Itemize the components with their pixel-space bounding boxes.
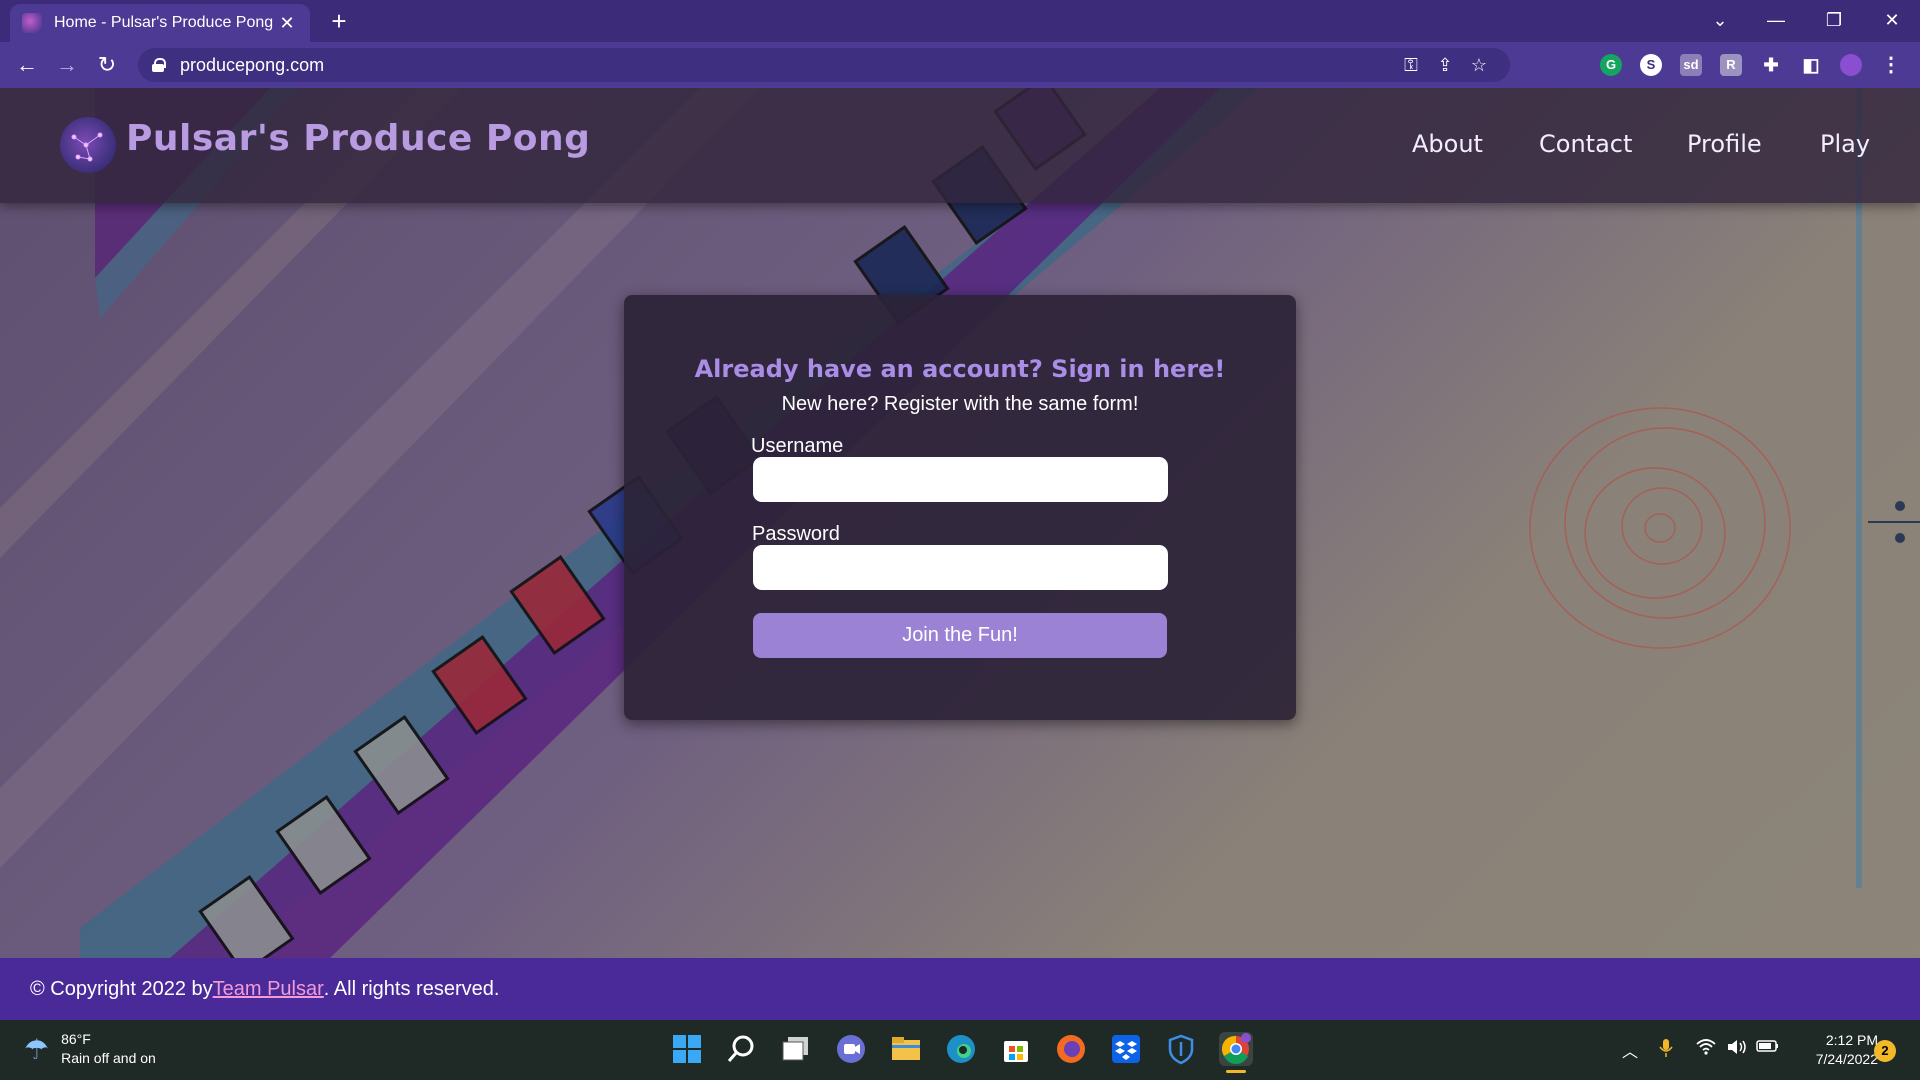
galaxy-logo-icon[interactable] bbox=[60, 117, 116, 173]
tab-search-icon[interactable]: ⌄ bbox=[1692, 0, 1748, 40]
vpn-shield-icon[interactable] bbox=[1164, 1032, 1198, 1066]
weather-widget[interactable]: ☂ 86°F Rain off and on bbox=[24, 1030, 156, 1068]
reload-icon[interactable]: ↻ bbox=[92, 50, 122, 80]
notification-badge[interactable]: 2 bbox=[1874, 1040, 1896, 1062]
browser-menu-icon[interactable]: ⋮ bbox=[1880, 54, 1902, 76]
grammarly-extension-icon[interactable]: G bbox=[1600, 54, 1622, 76]
nav-about-link[interactable]: About bbox=[1412, 130, 1483, 158]
s-extension-icon[interactable]: S bbox=[1640, 54, 1662, 76]
minimize-window-button[interactable]: — bbox=[1748, 0, 1804, 40]
wifi-icon[interactable] bbox=[1696, 1038, 1716, 1061]
volume-icon[interactable] bbox=[1726, 1038, 1748, 1061]
nav-play-link[interactable]: Play bbox=[1820, 130, 1870, 158]
active-app-indicator bbox=[1226, 1070, 1246, 1073]
lock-icon[interactable] bbox=[152, 58, 166, 72]
copyright-prefix: © Copyright 2022 by bbox=[30, 977, 213, 1000]
browser-tab-bar: Home - Pulsar's Produce Pong ✕ + ⌄ — ❐ ✕ bbox=[0, 0, 1920, 42]
nav-profile-link[interactable]: Profile bbox=[1687, 130, 1762, 158]
search-icon[interactable] bbox=[724, 1032, 758, 1066]
bookmark-star-icon[interactable]: ☆ bbox=[1462, 55, 1496, 76]
close-tab-icon[interactable]: ✕ bbox=[276, 13, 298, 34]
tray-overflow-chevron-icon[interactable]: ︿ bbox=[1622, 1038, 1638, 1062]
weather-description: Rain off and on bbox=[61, 1050, 156, 1066]
extensions-puzzle-icon[interactable]: ✚ bbox=[1760, 54, 1782, 76]
password-label: Password bbox=[752, 523, 840, 545]
microsoft-store-icon[interactable] bbox=[999, 1032, 1033, 1066]
register-subheading: New here? Register with the same form! bbox=[781, 393, 1139, 415]
nav-contact-link[interactable]: Contact bbox=[1539, 130, 1632, 158]
profile-avatar[interactable] bbox=[1840, 54, 1862, 76]
site-footer: © Copyright 2022 by Team Pulsar. All rig… bbox=[0, 958, 1920, 1020]
teams-chat-icon[interactable] bbox=[834, 1032, 868, 1066]
url-text[interactable]: producepong.com bbox=[180, 55, 1394, 76]
umbrella-rain-icon: ☂ bbox=[24, 1033, 50, 1065]
task-view-icon[interactable] bbox=[779, 1032, 813, 1066]
windows-start-icon[interactable] bbox=[670, 1032, 704, 1066]
copyright-suffix: . All rights reserved. bbox=[323, 977, 500, 1000]
page-viewport: Pulsar's Produce Pong About Contact Prof… bbox=[0, 88, 1920, 1020]
site-header: Pulsar's Produce Pong About Contact Prof… bbox=[0, 88, 1920, 203]
windows-taskbar: ☂ 86°F Rain off and on ︿ 2:12 PM 7/24/20… bbox=[0, 1020, 1920, 1080]
edge-browser-icon[interactable] bbox=[944, 1032, 978, 1066]
battery-icon[interactable] bbox=[1756, 1038, 1780, 1059]
file-explorer-icon[interactable] bbox=[889, 1032, 923, 1066]
site-title[interactable]: Pulsar's Produce Pong bbox=[126, 118, 590, 159]
back-arrow-icon[interactable]: ← bbox=[12, 50, 42, 80]
dropbox-icon[interactable] bbox=[1109, 1032, 1143, 1066]
new-tab-button[interactable]: + bbox=[324, 6, 354, 36]
weather-temperature: 86°F bbox=[61, 1031, 91, 1047]
constellation-icon bbox=[71, 132, 103, 162]
restore-window-button[interactable]: ❐ bbox=[1806, 0, 1862, 40]
key-icon[interactable]: ⚿ bbox=[1394, 55, 1428, 76]
team-pulsar-link[interactable]: Team Pulsar bbox=[213, 978, 324, 1001]
microphone-icon[interactable] bbox=[1658, 1038, 1674, 1063]
r-extension-icon[interactable]: R bbox=[1720, 54, 1742, 76]
share-icon[interactable]: ⇪ bbox=[1428, 55, 1462, 76]
browser-tab[interactable]: Home - Pulsar's Produce Pong ✕ bbox=[10, 4, 310, 42]
forward-arrow-icon[interactable]: → bbox=[52, 50, 82, 80]
username-label: Username bbox=[751, 435, 844, 457]
username-input[interactable] bbox=[753, 457, 1168, 502]
close-window-button[interactable]: ✕ bbox=[1864, 0, 1920, 40]
tab-title: Home - Pulsar's Produce Pong bbox=[54, 14, 274, 31]
firefox-icon[interactable] bbox=[1054, 1032, 1088, 1066]
site-favicon-icon bbox=[22, 13, 42, 33]
join-submit-button[interactable]: Join the Fun! bbox=[753, 613, 1167, 658]
password-input[interactable] bbox=[753, 545, 1168, 590]
chrome-browser-icon[interactable] bbox=[1219, 1032, 1253, 1073]
login-heading: Already have an account? Sign in here! bbox=[694, 355, 1226, 383]
browser-toolbar: ← → ↻ producepong.com ⚿ ⇪ ☆ G S sd R ✚ ◧… bbox=[0, 42, 1920, 88]
address-bar[interactable]: producepong.com ⚿ ⇪ ☆ bbox=[138, 48, 1510, 82]
clock-date: 7/24/2022 bbox=[1815, 1051, 1878, 1067]
sd-extension-icon[interactable]: sd bbox=[1680, 54, 1702, 76]
clock-time: 2:12 PM bbox=[1825, 1032, 1878, 1048]
login-form-card: Already have an account? Sign in here! N… bbox=[624, 295, 1296, 720]
system-clock[interactable]: 2:12 PM 7/24/2022 bbox=[1788, 1031, 1878, 1069]
side-panel-icon[interactable]: ◧ bbox=[1800, 54, 1822, 76]
